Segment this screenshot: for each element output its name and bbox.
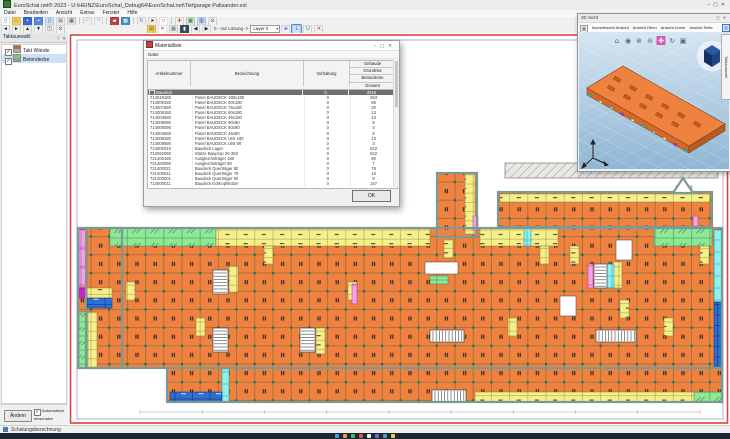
3d-panel-toggle-icon[interactable]: ▥ xyxy=(722,24,730,32)
cell-vorhaltung: 0 xyxy=(305,181,351,186)
stacked-header-label: Betondecke xyxy=(350,75,395,82)
3d-menu-item-1[interactable]: Isometrische Ansicht xyxy=(592,25,629,30)
zoom-out-icon[interactable]: ⊖ xyxy=(647,37,653,45)
3d-window: 3D Sicht ▢✕ ▦Isometrische AnsichtAnsicht… xyxy=(577,13,730,172)
menu-item-fenster[interactable]: Fenster xyxy=(102,10,119,16)
table-scrollbar[interactable] xyxy=(393,60,399,187)
table-row[interactable]: 714000011Baudeck Eckkopfstütze0147 xyxy=(148,181,397,186)
dimension-line xyxy=(140,410,700,414)
toolbar-separator xyxy=(133,17,134,24)
window-controls[interactable]: –▢✕ xyxy=(707,0,728,10)
status-icon xyxy=(3,427,8,432)
windows-taskbar[interactable] xyxy=(0,433,730,439)
taskbar-app-icon[interactable] xyxy=(343,434,347,438)
taskbar-app-icon[interactable] xyxy=(375,434,379,438)
change-button[interactable]: Ändern xyxy=(4,410,32,422)
menu-item-extras[interactable]: Extras xyxy=(80,10,94,16)
cell-artikelnummer: 714000011 xyxy=(148,181,193,186)
table-header: ArtikelnummerBezeichnungVorhaltungGebäud… xyxy=(148,61,397,90)
taskbar-app-icon[interactable] xyxy=(367,434,371,438)
menu-item-ansicht[interactable]: Ansicht xyxy=(56,10,72,16)
chevron-down-icon: ▾ xyxy=(276,26,278,32)
taskbar-app-icon[interactable] xyxy=(383,434,387,438)
toolbar-separator xyxy=(79,17,80,24)
slab-icon xyxy=(13,54,21,62)
takt-tree: ✓Takt Wände ✓ Betondecke xyxy=(1,44,67,404)
layer-combo[interactable]: Layer 0▾ xyxy=(250,25,280,33)
rotate-icon[interactable]: ↻ xyxy=(669,37,675,45)
cell-gesamt: 147 xyxy=(351,181,397,186)
dialog-menu-datei[interactable]: Datei xyxy=(148,52,159,57)
zoom-in-icon[interactable]: ⊕ xyxy=(636,37,642,45)
stacked-header-label: Gesamt xyxy=(350,83,395,89)
takt-panel-header: Taktauswahl ⊤ ✕ xyxy=(0,33,68,43)
toolbar-spacer xyxy=(66,25,146,26)
takt-panel: Taktauswahl ⊤ ✕ ✓Takt Wände ✓ Betondecke Ä… xyxy=(0,33,69,425)
stacked-column-header[interactable]: GebäudeGrundrissBetondeckeGesamt xyxy=(350,61,395,89)
close-icon[interactable]: ✕ xyxy=(62,34,66,43)
orbit-icon[interactable]: ◉ xyxy=(625,37,631,45)
taskbar-app-icon[interactable] xyxy=(391,434,395,438)
dialog-title: Materialliste xyxy=(155,43,182,49)
3d-title-bar[interactable]: 3D Sicht ▢✕ xyxy=(578,14,730,23)
menu-item-datei[interactable]: Datei xyxy=(4,10,16,16)
scrollbar-thumb[interactable] xyxy=(395,61,398,107)
column-header-2[interactable]: Bezeichnung xyxy=(191,61,304,86)
collapsed-panel-tab[interactable]: Taktauswahl xyxy=(721,34,730,100)
dialog-window-controls[interactable]: –▢✕ xyxy=(373,41,396,50)
auto-checkbox-row[interactable]: ✓Automatisch einschalen xyxy=(34,408,67,421)
pan-icon[interactable]: ✚ xyxy=(658,37,664,45)
tree-item-betondecke[interactable]: ✓ Betondecke xyxy=(2,54,66,63)
3d-menu-item-3[interactable]: Ansicht Vorne xyxy=(661,25,686,30)
takt-panel-title: Taktauswahl xyxy=(3,34,31,40)
solution-label: 0 - nur Lösung -> xyxy=(214,25,248,33)
column-header-3[interactable]: Vorhaltung xyxy=(304,61,350,86)
app-icon xyxy=(3,0,11,8)
wall-icon xyxy=(13,45,21,53)
fit-icon[interactable]: ▣ xyxy=(680,37,687,45)
cell-bezeichnung: Baudeck Eckkopfstütze xyxy=(193,181,306,186)
dialog-menu-bar: Datei xyxy=(144,51,399,59)
3d-title: 3D Sicht xyxy=(581,15,598,20)
taskbar-app-icon[interactable] xyxy=(359,434,363,438)
material-table[interactable]: ArtikelnummerBezeichnungVorhaltungGebäud… xyxy=(147,60,398,189)
auto-checkbox[interactable]: ✓ xyxy=(34,409,41,416)
app-window: EuroSchal.net® 2023 - U:\HEINZ\EuroSchal… xyxy=(0,0,730,439)
stacked-header-label: Gebäude xyxy=(350,61,395,68)
materialliste-dialog: Materialliste –▢✕ Datei ArtikelnummerBez… xyxy=(143,40,400,207)
toolbar-separator xyxy=(106,17,107,24)
ok-button[interactable]: OK xyxy=(352,190,391,202)
tree-checkbox[interactable]: ✓ xyxy=(5,58,12,65)
toolbar-separator xyxy=(171,17,172,24)
dialog-title-bar[interactable]: Materialliste –▢✕ xyxy=(144,41,399,51)
tree-item-takt-waende[interactable]: ✓Takt Wände xyxy=(2,45,66,54)
3d-menu-item-4[interactable]: Ansicht Seite xyxy=(689,25,712,30)
dialog-icon xyxy=(146,41,153,48)
takt-panel-footer: Ändern ✓Automatisch einschalen xyxy=(0,404,68,425)
3d-menu-item-2[interactable]: Ansicht Oben xyxy=(633,25,657,30)
taskbar-app-icon[interactable] xyxy=(351,434,355,438)
taskbar-app-icon[interactable] xyxy=(335,434,339,438)
column-header-1[interactable]: Artikelnummer xyxy=(148,61,191,86)
pin-icon[interactable]: ⊤ xyxy=(56,34,60,43)
3d-viewport[interactable]: ⌂ ◉ ⊕ ⊖ ✚ ↻ ▣ xyxy=(579,32,729,169)
3d-window-controls[interactable]: ▢✕ xyxy=(716,14,729,22)
home-icon[interactable]: ⌂ xyxy=(615,37,619,45)
menu-item-bearbeiten[interactable]: Bearbeiten xyxy=(24,10,48,16)
stacked-header-label: Grundriss xyxy=(350,68,395,75)
window-title: EuroSchal.net® 2023 - U:\HEINZ\EuroSchal… xyxy=(14,3,247,9)
menu-item-hilfe[interactable]: Hilfe xyxy=(127,10,137,16)
tree-item-label: Betondecke xyxy=(23,57,49,63)
